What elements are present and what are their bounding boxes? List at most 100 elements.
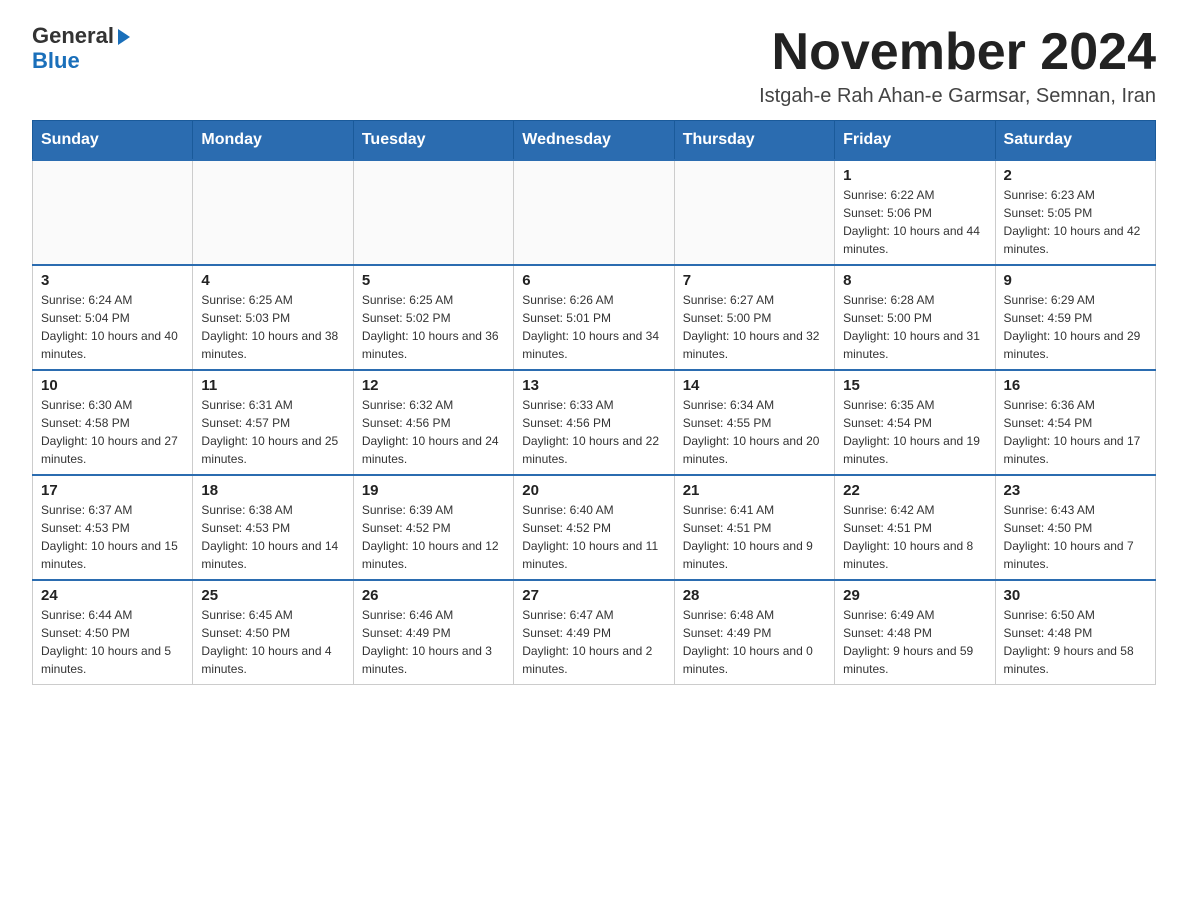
calendar-cell: 16 Sunrise: 6:36 AMSunset: 4:54 PMDayligh… [995, 370, 1155, 475]
calendar-week-row: 1 Sunrise: 6:22 AMSunset: 5:06 PMDaylight… [33, 160, 1156, 265]
calendar-cell: 4Sunrise: 6:25 AMSunset: 5:03 PMDaylight… [193, 265, 353, 370]
day-number: 25 [201, 587, 344, 604]
day-info: Sunrise: 6:34 AMSunset: 4:55 PMDaylight:… [683, 396, 826, 468]
title-area: November 2024 Istgah-e Rah Ahan-e Garmsa… [759, 24, 1156, 108]
day-info: Sunrise: 6:24 AMSunset: 5:04 PMDaylight:… [41, 291, 184, 363]
day-number: 21 [683, 482, 826, 499]
calendar-cell: 13Sunrise: 6:33 AMSunset: 4:56 PMDayligh… [514, 370, 674, 475]
calendar-cell: 14 Sunrise: 6:34 AMSunset: 4:55 PMDayligh… [674, 370, 834, 475]
calendar-cell: 7 Sunrise: 6:27 AMSunset: 5:00 PMDaylight… [674, 265, 834, 370]
calendar-cell: 17 Sunrise: 6:37 AMSunset: 4:53 PMDayligh… [33, 475, 193, 580]
day-number: 11 [201, 377, 344, 394]
day-info: Sunrise: 6:49 AMSunset: 4:48 PMDaylight:… [843, 606, 986, 678]
calendar-cell: 12Sunrise: 6:32 AMSunset: 4:56 PMDayligh… [353, 370, 513, 475]
calendar-header-thursday: Thursday [674, 121, 834, 161]
day-number: 28 [683, 587, 826, 604]
day-number: 5 [362, 272, 505, 289]
calendar-cell: 1 Sunrise: 6:22 AMSunset: 5:06 PMDaylight… [835, 160, 995, 265]
day-number: 1 [843, 167, 986, 184]
calendar-cell: 3 Sunrise: 6:24 AMSunset: 5:04 PMDaylight… [33, 265, 193, 370]
logo-line2: Blue [32, 48, 80, 74]
calendar-header-saturday: Saturday [995, 121, 1155, 161]
day-number: 18 [201, 482, 344, 499]
day-info: Sunrise: 6:48 AMSunset: 4:49 PMDaylight:… [683, 606, 826, 678]
day-number: 20 [522, 482, 665, 499]
calendar-cell: 2 Sunrise: 6:23 AMSunset: 5:05 PMDaylight… [995, 160, 1155, 265]
calendar-cell: 28 Sunrise: 6:48 AMSunset: 4:49 PMDayligh… [674, 580, 834, 685]
calendar-cell: 21 Sunrise: 6:41 AMSunset: 4:51 PMDayligh… [674, 475, 834, 580]
day-number: 22 [843, 482, 986, 499]
day-number: 23 [1004, 482, 1147, 499]
day-number: 6 [522, 272, 665, 289]
calendar-cell: 20Sunrise: 6:40 AMSunset: 4:52 PMDayligh… [514, 475, 674, 580]
day-number: 17 [41, 482, 184, 499]
day-info: Sunrise: 6:27 AMSunset: 5:00 PMDaylight:… [683, 291, 826, 363]
day-number: 13 [522, 377, 665, 394]
day-number: 19 [362, 482, 505, 499]
calendar-cell: 30 Sunrise: 6:50 AMSunset: 4:48 PMDayligh… [995, 580, 1155, 685]
day-number: 8 [843, 272, 986, 289]
day-info: Sunrise: 6:36 AMSunset: 4:54 PMDaylight:… [1004, 396, 1147, 468]
day-info: Sunrise: 6:22 AMSunset: 5:06 PMDaylight:… [843, 186, 986, 258]
day-number: 27 [522, 587, 665, 604]
day-info: Sunrise: 6:45 AMSunset: 4:50 PMDaylight:… [201, 606, 344, 678]
location-subtitle: Istgah-e Rah Ahan-e Garmsar, Semnan, Ira… [759, 85, 1156, 108]
day-info: Sunrise: 6:29 AMSunset: 4:59 PMDaylight:… [1004, 291, 1147, 363]
calendar-cell: 26Sunrise: 6:46 AMSunset: 4:49 PMDayligh… [353, 580, 513, 685]
calendar-cell [353, 160, 513, 265]
calendar-cell: 23 Sunrise: 6:43 AMSunset: 4:50 PMDayligh… [995, 475, 1155, 580]
day-info: Sunrise: 6:32 AMSunset: 4:56 PMDaylight:… [362, 396, 505, 468]
day-info: Sunrise: 6:50 AMSunset: 4:48 PMDaylight:… [1004, 606, 1147, 678]
day-number: 7 [683, 272, 826, 289]
calendar-header-monday: Monday [193, 121, 353, 161]
calendar-week-row: 3 Sunrise: 6:24 AMSunset: 5:04 PMDaylight… [33, 265, 1156, 370]
day-number: 9 [1004, 272, 1147, 289]
logo: General Blue [32, 24, 130, 74]
calendar-cell [193, 160, 353, 265]
logo-line1: General [32, 24, 130, 48]
calendar-cell: 29 Sunrise: 6:49 AMSunset: 4:48 PMDayligh… [835, 580, 995, 685]
day-number: 16 [1004, 377, 1147, 394]
day-number: 3 [41, 272, 184, 289]
calendar-cell: 15Sunrise: 6:35 AMSunset: 4:54 PMDayligh… [835, 370, 995, 475]
day-info: Sunrise: 6:41 AMSunset: 4:51 PMDaylight:… [683, 501, 826, 573]
day-info: Sunrise: 6:37 AMSunset: 4:53 PMDaylight:… [41, 501, 184, 573]
day-number: 24 [41, 587, 184, 604]
calendar-header-wednesday: Wednesday [514, 121, 674, 161]
calendar-cell: 24 Sunrise: 6:44 AMSunset: 4:50 PMDayligh… [33, 580, 193, 685]
day-info: Sunrise: 6:44 AMSunset: 4:50 PMDaylight:… [41, 606, 184, 678]
day-number: 29 [843, 587, 986, 604]
day-info: Sunrise: 6:30 AMSunset: 4:58 PMDaylight:… [41, 396, 184, 468]
day-info: Sunrise: 6:42 AMSunset: 4:51 PMDaylight:… [843, 501, 986, 573]
day-info: Sunrise: 6:43 AMSunset: 4:50 PMDaylight:… [1004, 501, 1147, 573]
day-number: 10 [41, 377, 184, 394]
calendar-header-row: SundayMondayTuesdayWednesdayThursdayFrid… [33, 121, 1156, 161]
day-number: 30 [1004, 587, 1147, 604]
calendar-week-row: 10 Sunrise: 6:30 AMSunset: 4:58 PMDayligh… [33, 370, 1156, 475]
day-info: Sunrise: 6:47 AMSunset: 4:49 PMDaylight:… [522, 606, 665, 678]
calendar-cell: 25 Sunrise: 6:45 AMSunset: 4:50 PMDayligh… [193, 580, 353, 685]
day-number: 14 [683, 377, 826, 394]
calendar-cell: 5 Sunrise: 6:25 AMSunset: 5:02 PMDaylight… [353, 265, 513, 370]
page-header: General Blue November 2024 Istgah-e Rah … [32, 24, 1156, 108]
calendar-week-row: 24 Sunrise: 6:44 AMSunset: 4:50 PMDayligh… [33, 580, 1156, 685]
day-info: Sunrise: 6:31 AMSunset: 4:57 PMDaylight:… [201, 396, 344, 468]
calendar-cell: 9 Sunrise: 6:29 AMSunset: 4:59 PMDaylight… [995, 265, 1155, 370]
day-info: Sunrise: 6:28 AMSunset: 5:00 PMDaylight:… [843, 291, 986, 363]
calendar-cell: 10 Sunrise: 6:30 AMSunset: 4:58 PMDayligh… [33, 370, 193, 475]
day-number: 4 [201, 272, 344, 289]
day-info: Sunrise: 6:23 AMSunset: 5:05 PMDaylight:… [1004, 186, 1147, 258]
calendar-cell: 6 Sunrise: 6:26 AMSunset: 5:01 PMDaylight… [514, 265, 674, 370]
calendar-header-sunday: Sunday [33, 121, 193, 161]
calendar-week-row: 17 Sunrise: 6:37 AMSunset: 4:53 PMDayligh… [33, 475, 1156, 580]
calendar-header-tuesday: Tuesday [353, 121, 513, 161]
calendar-cell: 27 Sunrise: 6:47 AMSunset: 4:49 PMDayligh… [514, 580, 674, 685]
day-info: Sunrise: 6:38 AMSunset: 4:53 PMDaylight:… [201, 501, 344, 573]
calendar-cell: 11 Sunrise: 6:31 AMSunset: 4:57 PMDayligh… [193, 370, 353, 475]
calendar-cell: 8 Sunrise: 6:28 AMSunset: 5:00 PMDaylight… [835, 265, 995, 370]
day-info: Sunrise: 6:26 AMSunset: 5:01 PMDaylight:… [522, 291, 665, 363]
day-info: Sunrise: 6:25 AMSunset: 5:02 PMDaylight:… [362, 291, 505, 363]
day-info: Sunrise: 6:35 AMSunset: 4:54 PMDaylight:… [843, 396, 986, 468]
day-number: 2 [1004, 167, 1147, 184]
calendar-header-friday: Friday [835, 121, 995, 161]
